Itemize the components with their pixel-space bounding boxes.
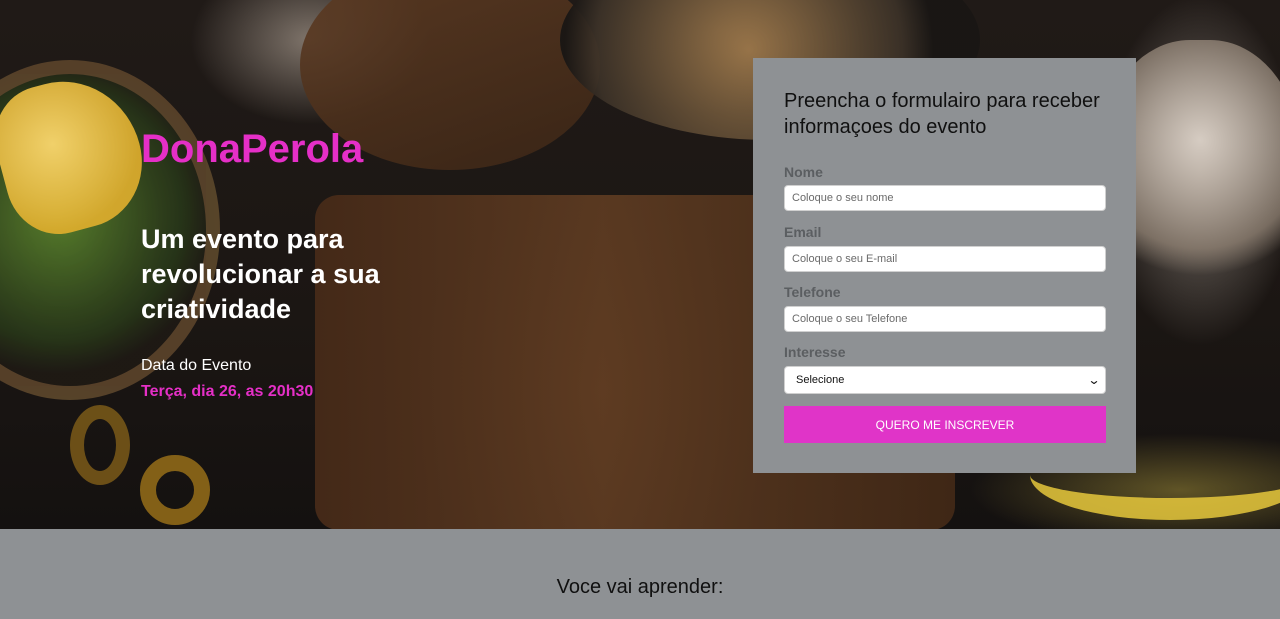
interest-select-value: Selecione — [796, 374, 845, 386]
signup-form: Preencha o formulairo para receber infor… — [753, 58, 1136, 473]
hero-section: DonaPerola Um evento para revolucionar a… — [0, 0, 1280, 529]
brand-logo: DonaPerola — [141, 127, 364, 171]
email-input[interactable] — [784, 246, 1106, 272]
form-title: Preencha o formulairo para receber infor… — [784, 90, 1100, 138]
email-label: Email — [784, 224, 822, 240]
hero-headline: Um evento para revolucionar a sua criati… — [141, 224, 380, 324]
subscribe-button[interactable]: QUERO ME INSCREVER — [784, 406, 1106, 443]
event-date-label: Data do Evento — [141, 357, 252, 374]
chevron-down-icon: ⌄ — [1087, 373, 1101, 387]
event-date-value: Terça, dia 26, as 20h30 — [141, 383, 314, 400]
interest-select[interactable]: Selecione ⌄ — [784, 366, 1106, 394]
phone-input[interactable] — [784, 306, 1106, 332]
phone-label: Telefone — [784, 284, 841, 300]
background-pepper-ring — [70, 405, 130, 485]
learn-section: Voce vai aprender: — [0, 529, 1280, 619]
background-pepper-ring — [140, 455, 210, 525]
name-input[interactable] — [784, 185, 1106, 211]
interest-label: Interesse — [784, 344, 846, 360]
name-label: Nome — [784, 164, 823, 180]
learn-section-title: Voce vai aprender: — [556, 576, 724, 598]
